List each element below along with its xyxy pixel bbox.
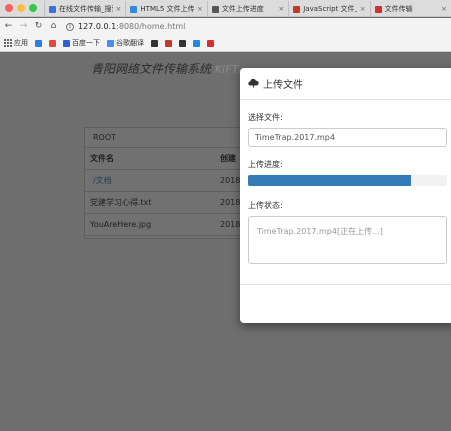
tab-favicon-icon	[374, 5, 382, 13]
bookmark-item[interactable]: 应用	[4, 38, 28, 48]
cloud-upload-icon	[248, 78, 259, 90]
column-header-name[interactable]: 文件名	[85, 153, 220, 164]
modal-body: 选择文件: TimeTrap.2017.mp4 上传进度: 上传状态: Time…	[240, 100, 451, 264]
bookmark-item[interactable]	[49, 39, 56, 47]
bookmark-icon	[165, 39, 172, 47]
table-row[interactable]: /文档 2018	[85, 170, 253, 192]
bookmark-icon	[49, 39, 56, 47]
bookmark-icon	[151, 39, 158, 47]
address-bar[interactable]: i 127.0.0.1:8080/home.html	[66, 20, 451, 33]
close-window-button[interactable]	[5, 4, 13, 12]
tab-title: HTML5 文件上传	[140, 5, 194, 13]
tab-title: 文件传输	[384, 5, 413, 13]
tab-favicon-icon	[49, 5, 56, 13]
browser-tab-strip: 在线文件传输_搜索×HTML5 文件上传×文件上传进度×JavaScript 文…	[0, 0, 451, 17]
table-row[interactable]: YouAreHere.jpg 2018	[85, 214, 253, 236]
bookmark-icon	[193, 39, 200, 47]
breadcrumb[interactable]: ROOT	[85, 128, 253, 148]
modal-footer	[240, 284, 451, 285]
bookmark-item[interactable]	[35, 39, 42, 47]
upload-status-label: 上传状态:	[248, 201, 283, 210]
tab-favicon-icon	[293, 5, 301, 13]
upload-modal: 上传文件 选择文件: TimeTrap.2017.mp4 上传进度: 上传状态:…	[240, 68, 451, 323]
browser-tab[interactable]: HTML5 文件上传 ×	[125, 1, 206, 17]
bookmark-item[interactable]: 谷歌翻译	[107, 38, 144, 48]
browser-tab[interactable]: 在线文件传输_搜索×	[44, 1, 125, 17]
bookmark-icon	[107, 39, 114, 47]
bookmark-item[interactable]: 百度一下	[63, 38, 100, 48]
table-header: 文件名 创建	[85, 148, 253, 170]
tab-title: 文件上传进度	[221, 5, 264, 13]
zoom-window-button[interactable]	[29, 4, 37, 12]
browser-tabs: 在线文件传输_搜索×HTML5 文件上传×文件上传进度×JavaScript 文…	[44, 1, 451, 17]
modal-header: 上传文件	[240, 68, 451, 100]
back-arrow-icon[interactable]: ←	[4, 22, 13, 31]
bookmark-item[interactable]	[151, 39, 158, 47]
bookmark-label: 应用	[14, 39, 28, 47]
minimize-window-button[interactable]	[17, 4, 25, 12]
home-icon[interactable]: ⌂	[49, 22, 58, 31]
tab-close-icon[interactable]: ×	[360, 5, 366, 13]
bookmark-icon	[207, 39, 214, 47]
bookmark-label: 谷歌翻译	[116, 39, 144, 47]
file-name[interactable]: 党建学习心得.txt	[85, 197, 220, 208]
browser-tab[interactable]: 文件上传进度 ×	[206, 1, 288, 17]
bookmark-item[interactable]	[165, 39, 172, 47]
upload-progress-label: 上传进度:	[248, 160, 283, 169]
tab-close-icon[interactable]: ×	[116, 5, 122, 13]
window-controls	[5, 4, 37, 12]
site-brand: KIFT	[214, 63, 239, 76]
tab-close-icon[interactable]: ×	[197, 5, 203, 13]
file-input[interactable]: TimeTrap.2017.mp4	[248, 128, 447, 147]
apps-icon	[4, 39, 12, 47]
bookmark-icon	[35, 39, 42, 47]
browser-tab[interactable]: 文件传输 ×	[369, 1, 451, 17]
breadcrumb-root[interactable]: ROOT	[93, 133, 116, 142]
file-rows: /文档 2018 党建学习心得.txt 2018 YouAreHere.jpg 2018	[85, 170, 253, 236]
table-row[interactable]: 党建学习心得.txt 2018	[85, 192, 253, 214]
bookmark-item[interactable]	[193, 39, 200, 47]
tab-title: JavaScript 文件上传 异步	[303, 5, 357, 13]
file-table-panel: ROOT 文件名 创建 /文档 2018 党建学习心得.txt 2018 YouAreH…	[84, 127, 254, 239]
bookmark-icon	[179, 39, 186, 47]
browser-toolbar: ← → ↻ ⌂ i 127.0.0.1:8080/home.html	[0, 18, 451, 35]
tab-favicon-icon	[130, 5, 138, 13]
forward-arrow-icon[interactable]: →	[19, 22, 28, 31]
folder-link[interactable]: /文档	[85, 175, 220, 186]
file-name[interactable]: YouAreHere.jpg	[85, 220, 220, 229]
upload-status-text: TimeTrap.2017.mp4[正在上传...]	[257, 227, 383, 236]
upload-progress-track	[248, 175, 447, 186]
upload-progress-bar	[248, 175, 412, 186]
choose-file-label: 选择文件:	[248, 113, 283, 122]
site-name: 青阳网络文件传输系统	[91, 62, 212, 76]
url-text: 127.0.0.1:8080/home.html	[78, 22, 186, 31]
modal-title: 上传文件	[263, 80, 303, 91]
bookmark-item[interactable]	[179, 39, 186, 47]
page-viewport: 青阳网络文件传输系统 KIFT ROOT 文件名 创建 /文档 2018 党建学习心…	[0, 53, 451, 431]
tab-title: 在线文件传输_搜索	[59, 5, 113, 13]
page-title: 青阳网络文件传输系统 KIFT	[91, 60, 238, 77]
reload-icon[interactable]: ↻	[34, 22, 43, 31]
tab-close-icon[interactable]: ×	[441, 5, 447, 13]
folder-link-text[interactable]: /文档	[90, 176, 112, 185]
tab-close-icon[interactable]: ×	[278, 5, 284, 13]
bookmarks-bar: 应用 百度一下 谷歌翻译	[0, 35, 451, 52]
paw-icon	[63, 39, 70, 47]
bookmark-item[interactable]	[207, 39, 214, 47]
info-icon[interactable]: i	[66, 22, 74, 31]
bookmark-label: 百度一下	[72, 39, 100, 47]
tab-favicon-icon	[211, 5, 219, 13]
upload-status-box: TimeTrap.2017.mp4[正在上传...]	[248, 216, 447, 264]
browser-tab[interactable]: JavaScript 文件上传 异步×	[288, 1, 369, 17]
